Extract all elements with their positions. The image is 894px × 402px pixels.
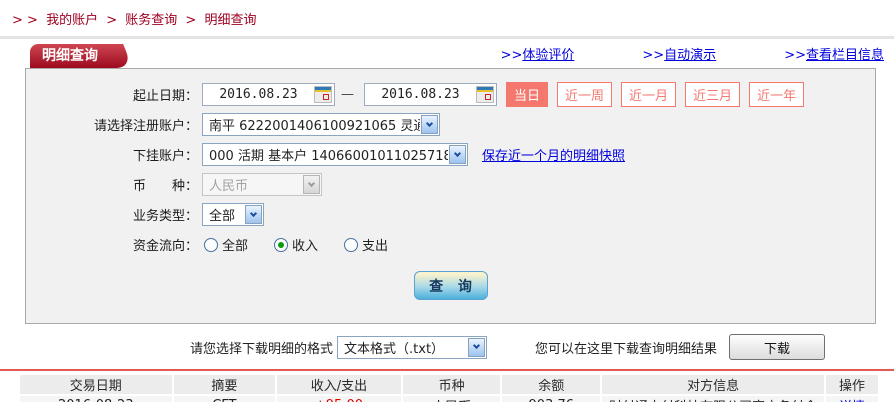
date-from-input[interactable] xyxy=(203,87,314,102)
date-separator: — xyxy=(341,87,354,102)
query-button-row: 查 询 xyxy=(26,271,875,300)
section-header: 明细查询 >>体验评价 >>自动演示 >>查看栏目信息 xyxy=(0,41,894,68)
date-range-label: 起止日期： xyxy=(132,89,198,104)
download-button[interactable]: 下载 xyxy=(729,334,826,360)
table-header-row: 交易日期 摘要 收入/支出 币种 余额 对方信息 操作 xyxy=(20,375,878,394)
quick-range-last-week-button[interactable]: 近一周 xyxy=(557,82,613,107)
quick-range-last-3-months-button[interactable]: 近三月 xyxy=(685,82,741,107)
quick-range-today-button[interactable]: 当日 xyxy=(506,82,549,107)
download-row: 请您选择下载明细的格式 文本格式（.txt） 您可以在这里下载查询明细结果 下载 xyxy=(190,334,894,360)
col-header-counterparty: 对方信息 xyxy=(602,375,825,394)
calendar-icon[interactable] xyxy=(476,86,494,103)
cell-trade-date: 2016-08-23 xyxy=(20,396,172,402)
save-snapshot-link[interactable]: 保存近一个月的明细快照 xyxy=(482,145,625,164)
download-format-label: 请您选择下载明细的格式 xyxy=(190,341,334,357)
breadcrumb: > > 我的账户 > 账务查询 > 明细查询 xyxy=(0,0,894,39)
radio-circle-icon xyxy=(204,237,218,252)
cell-counterparty: 财付通支付科技有限公司客户备付金 xyxy=(602,396,825,402)
col-header-income-expense: 收入/支出 xyxy=(277,375,401,394)
download-format-select[interactable]: 文本格式（.txt） xyxy=(337,335,488,359)
col-header-balance: 余额 xyxy=(502,375,601,394)
link-experience-rating[interactable]: >>体验评价 xyxy=(501,44,575,63)
currency-row: 币 种： 人民币 xyxy=(26,172,875,197)
currency-label: 币 种： xyxy=(132,179,198,194)
col-header-summary: 摘要 xyxy=(173,375,276,394)
results-table: 交易日期 摘要 收入/支出 币种 余额 对方信息 操作 2016-08-23 C… xyxy=(18,373,880,402)
registered-account-row: 请选择注册账户： 南平 6222001406100921065 灵通卡 xyxy=(26,112,875,137)
table-row: 2016-08-23 CFT +95.00 人民币 903.76 财付通支付科技… xyxy=(20,396,878,402)
download-hint: 您可以在这里下载查询明细结果 xyxy=(535,341,718,357)
breadcrumb-prefix: > > xyxy=(12,13,38,28)
col-header-action: 操作 xyxy=(826,375,878,394)
cell-summary: CFT xyxy=(173,396,276,402)
breadcrumb-separator: > xyxy=(185,13,197,28)
radio-circle-icon xyxy=(344,237,359,252)
quick-range-last-month-button[interactable]: 近一月 xyxy=(621,82,677,107)
cell-action: 详情 xyxy=(826,396,878,402)
sub-account-label: 下挂账户： xyxy=(132,149,198,164)
business-type-row: 业务类型： 全部 xyxy=(26,202,875,227)
header-links: >>体验评价 >>自动演示 >>查看栏目信息 xyxy=(501,44,894,68)
radio-expense[interactable]: 支出 xyxy=(344,235,388,254)
radio-income[interactable]: 收入 xyxy=(274,235,318,254)
date-from-box xyxy=(202,83,335,106)
col-header-trade-date: 交易日期 xyxy=(20,375,172,394)
sub-account-select[interactable]: 000 活期 基本户 1406600101102571848 xyxy=(202,143,468,166)
breadcrumb-item-account-query[interactable]: 账务查询 xyxy=(125,13,177,28)
sub-account-row: 下挂账户： 000 活期 基本户 1406600101102571848 保存近… xyxy=(26,142,875,167)
tab-detail-query: 明细查询 xyxy=(30,44,108,68)
registered-account-label: 请选择注册账户： xyxy=(93,119,198,134)
chevron-down-icon xyxy=(303,175,320,194)
chevron-down-icon xyxy=(468,337,486,357)
breadcrumb-item-my-account[interactable]: 我的账户 xyxy=(46,13,98,28)
chevron-down-icon xyxy=(449,145,466,164)
cell-currency: 人民币 xyxy=(402,396,501,402)
fund-flow-row: 资金流向： 全部 收入 支出 xyxy=(26,232,875,257)
radio-all[interactable]: 全部 xyxy=(204,235,248,254)
radio-circle-selected-icon xyxy=(274,237,289,252)
registered-account-select[interactable]: 南平 6222001406100921065 灵通卡 xyxy=(202,113,440,136)
cell-balance: 903.76 xyxy=(502,396,601,402)
link-view-column-info[interactable]: >>查看栏目信息 xyxy=(784,44,884,63)
business-type-select[interactable]: 全部 xyxy=(202,203,264,226)
link-auto-demo[interactable]: >>自动演示 xyxy=(642,44,716,63)
fund-flow-label: 资金流向： xyxy=(132,239,198,254)
quick-range-last-year-button[interactable]: 近一年 xyxy=(749,82,805,107)
chevron-down-icon xyxy=(245,205,262,224)
fund-flow-radio-group: 全部 收入 支出 xyxy=(204,235,414,254)
chevron-down-icon xyxy=(421,115,438,134)
date-to-input[interactable] xyxy=(365,87,476,102)
results-table-section: 交易日期 摘要 收入/支出 币种 余额 对方信息 操作 2016-08-23 C… xyxy=(0,369,894,402)
currency-select: 人民币 xyxy=(202,173,322,196)
query-form: 起止日期： — 当日 近一周 近一月 近三月 近一年 请选择注册账户： 南平 6… xyxy=(25,68,876,324)
query-button[interactable]: 查 询 xyxy=(413,271,488,300)
business-type-label: 业务类型： xyxy=(132,209,198,224)
date-to-box xyxy=(364,83,497,106)
cell-amount: +95.00 xyxy=(277,396,401,402)
breadcrumb-separator: > xyxy=(106,13,118,28)
col-header-currency: 币种 xyxy=(402,375,501,394)
breadcrumb-item-detail-query[interactable]: 明细查询 xyxy=(204,13,256,28)
calendar-icon[interactable] xyxy=(314,86,332,103)
date-range-row: 起止日期： — 当日 近一周 近一月 近三月 近一年 xyxy=(26,82,875,107)
